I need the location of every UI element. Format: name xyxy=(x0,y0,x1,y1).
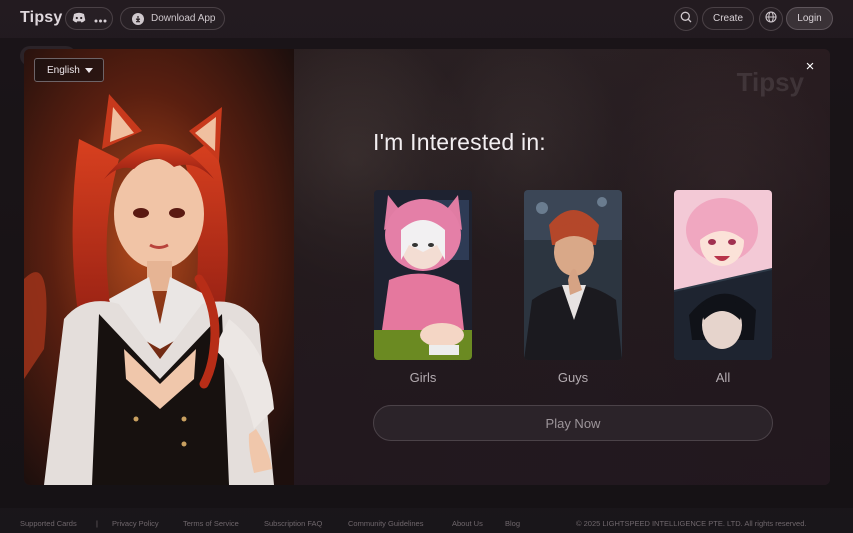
copyright: © 2025 LIGHTSPEED INTELLIGENCE PTE. LTD.… xyxy=(576,519,807,528)
footer-link-community-guidelines[interactable]: Community Guidelines xyxy=(348,519,423,528)
hero-character-image xyxy=(24,49,294,485)
footer-separator: | xyxy=(96,519,98,528)
discord-icon[interactable] xyxy=(72,10,86,28)
play-now-button[interactable]: Play Now xyxy=(373,405,773,441)
footer: Supported Cards | Privacy Policy Terms o… xyxy=(0,518,853,532)
choice-guys[interactable]: Guys xyxy=(524,190,622,385)
caret-down-icon xyxy=(84,67,93,73)
download-icon xyxy=(132,12,144,25)
footer-link-subscription-faq[interactable]: Subscription FAQ xyxy=(264,519,322,528)
globe-icon xyxy=(765,10,777,28)
logo[interactable]: Tipsy xyxy=(20,9,63,27)
footer-link-privacy-policy[interactable]: Privacy Policy xyxy=(112,519,159,528)
page: Tipsy Download App Create Login Tipsy En… xyxy=(0,0,853,533)
watermark-logo: Tipsy xyxy=(736,67,804,97)
language-label: English xyxy=(47,64,80,76)
footer-link-supported-cards[interactable]: Supported Cards xyxy=(20,519,77,528)
language-select[interactable]: English xyxy=(34,58,104,82)
search-button[interactable] xyxy=(674,7,698,31)
interest-modal: Tipsy English × I'm Interested in: Girls… xyxy=(24,49,830,485)
choice-girls[interactable]: Girls xyxy=(374,190,472,385)
footer-link-blog[interactable]: Blog xyxy=(505,519,520,528)
choice-girls-image[interactable] xyxy=(374,190,472,360)
choice-guys-label: Guys xyxy=(557,370,589,385)
choice-guys-image[interactable] xyxy=(524,190,622,360)
choice-girls-label: Girls xyxy=(409,370,437,385)
download-label: Download App xyxy=(151,13,216,24)
close-icon[interactable]: × xyxy=(802,59,818,75)
footer-link-about-us[interactable]: About Us xyxy=(452,519,483,528)
footer-link-terms-of-service[interactable]: Terms of Service xyxy=(183,519,239,528)
more-icon[interactable] xyxy=(94,10,107,28)
modal-heading: I'm Interested in: xyxy=(373,129,546,155)
search-icon xyxy=(680,10,692,28)
choice-all-label: All xyxy=(715,370,731,385)
login-button[interactable]: Login xyxy=(786,7,833,30)
social-pill xyxy=(65,7,113,30)
language-globe-button[interactable] xyxy=(759,7,783,31)
top-bar: Tipsy Download App Create Login xyxy=(0,0,853,38)
download-app-button[interactable]: Download App xyxy=(120,7,225,30)
choice-all[interactable]: All xyxy=(674,190,772,385)
create-button[interactable]: Create xyxy=(702,7,754,30)
choice-all-image[interactable] xyxy=(674,190,772,360)
